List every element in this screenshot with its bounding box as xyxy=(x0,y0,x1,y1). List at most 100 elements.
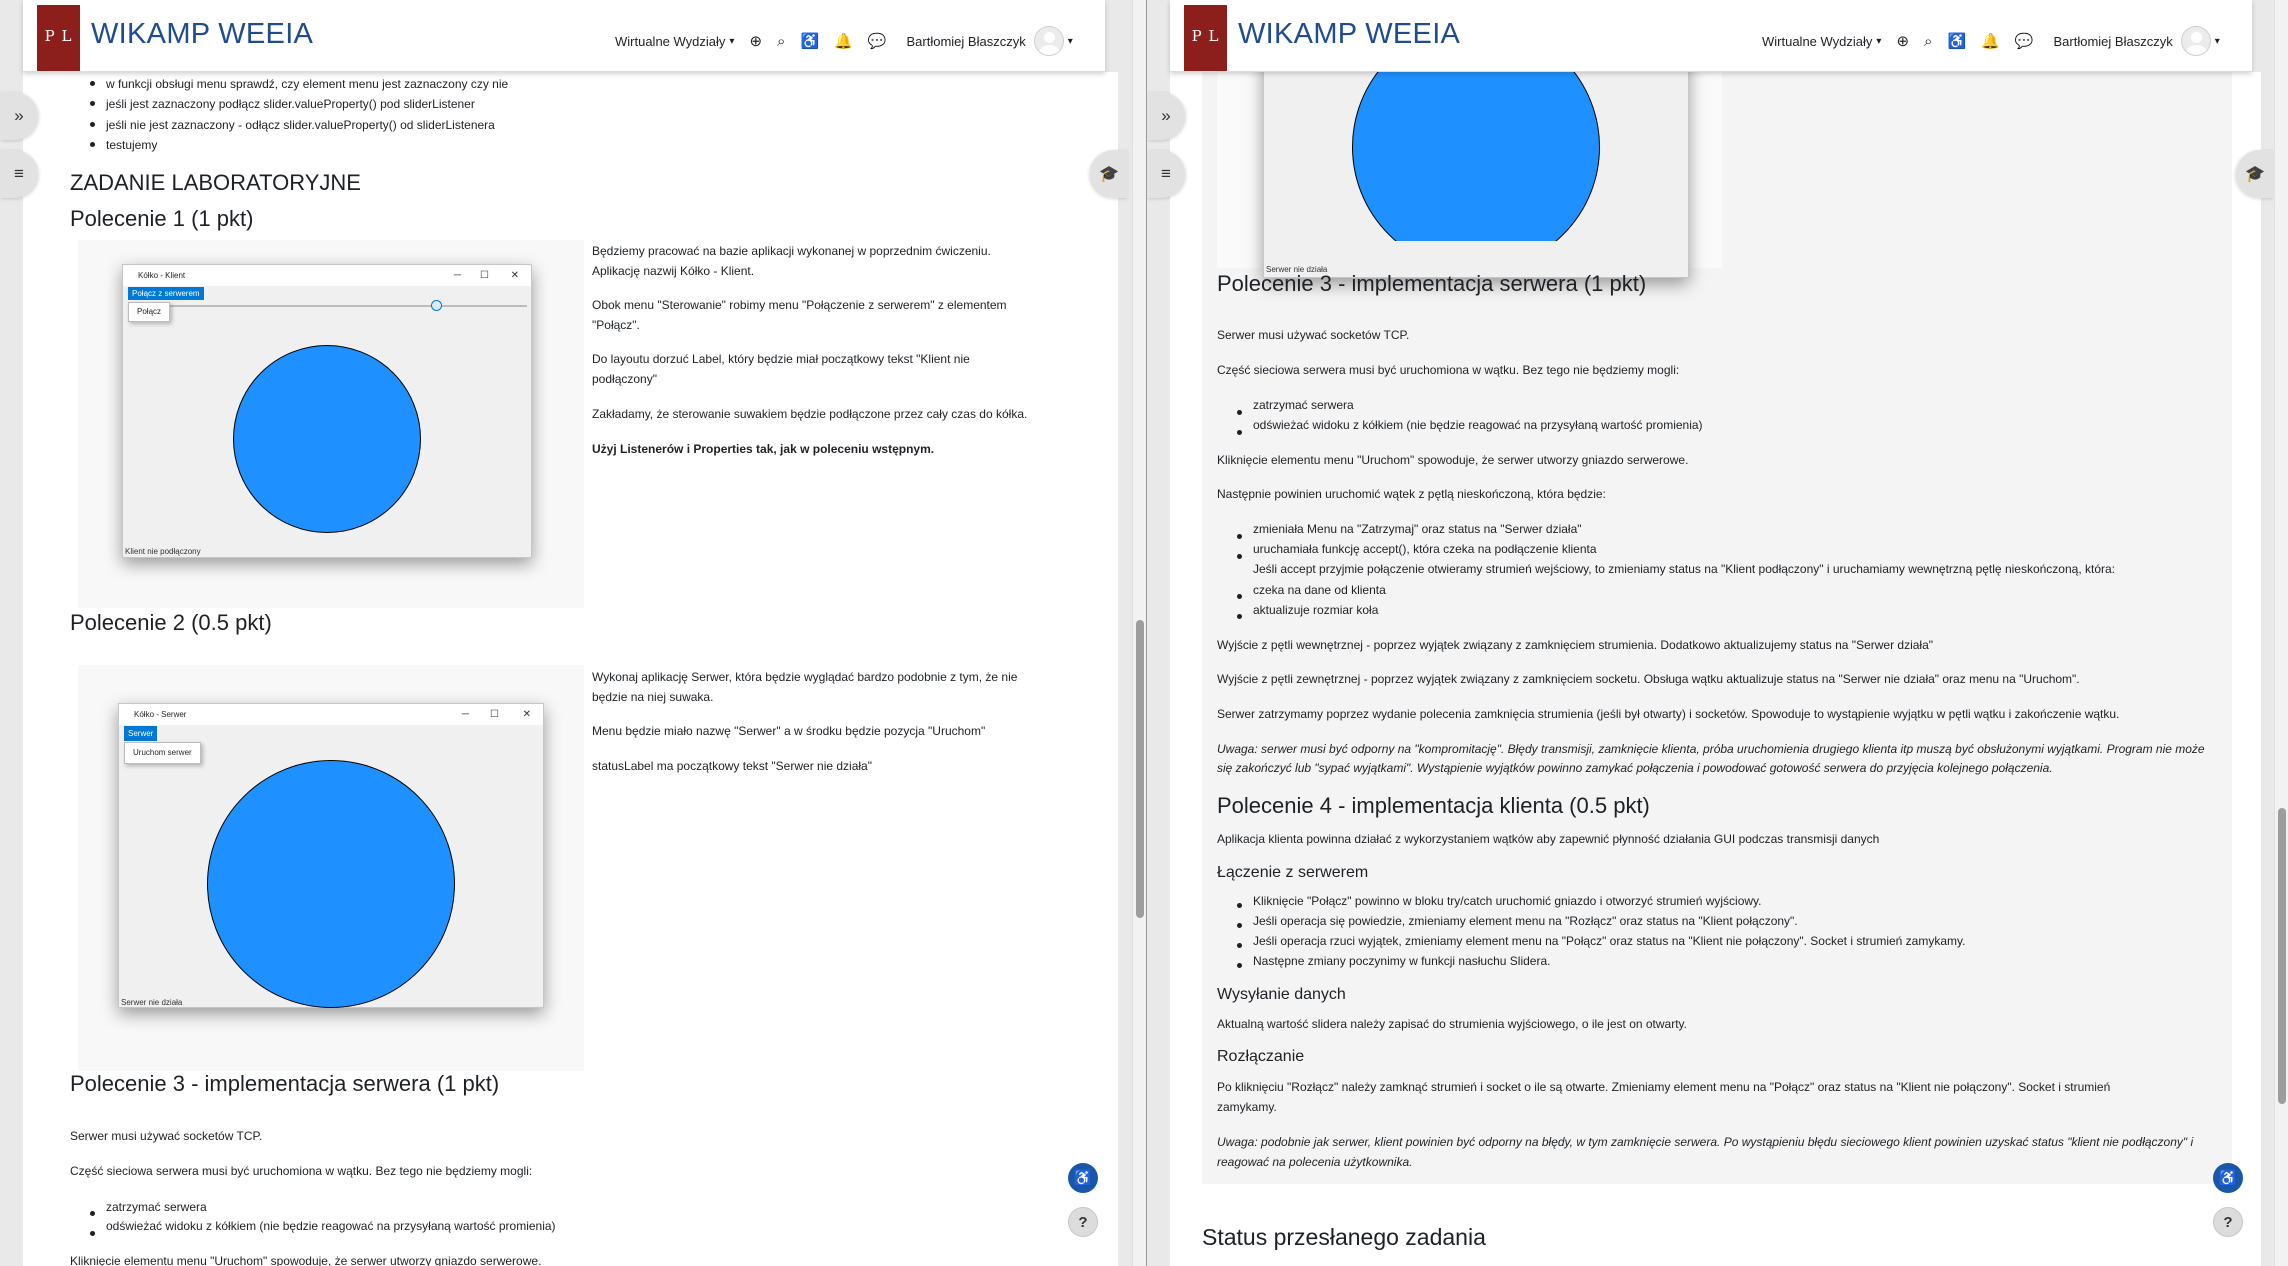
p1-text: Zakładamy, że sterowanie suwakiem będzie… xyxy=(592,407,1028,421)
list-item: jeśli jest zaznaczony podłącz slider.val… xyxy=(106,97,475,111)
p2-text: Wykonaj aplikację Serwer, która będzie w… xyxy=(592,670,1018,684)
bell-icon[interactable]: 🔔 xyxy=(834,32,853,50)
chevron-down-icon: ▾ xyxy=(729,35,735,47)
p3-note: się zakończyć lub "sypać wyjątkami". Wys… xyxy=(1217,761,2053,775)
list-item: jeśli nie jest zaznaczony - odłącz slide… xyxy=(106,118,495,132)
university-logo[interactable]: P L xyxy=(37,5,80,71)
language-icon[interactable]: ⊕ xyxy=(1896,32,1909,50)
status-label: Klient nie podłączony xyxy=(125,547,201,556)
p1-text: Do layoutu dorzuć Label, który będzie mi… xyxy=(592,352,970,366)
client-figure: Kółko - Klient ─ ☐ ✕ Połącz z serwerem P… xyxy=(78,240,584,608)
user-name[interactable]: Bartłomiej Błaszczyk xyxy=(2054,34,2173,49)
p3-text: Serwer musi używać socketów TCP. xyxy=(70,1129,263,1143)
accessibility-icon[interactable]: ♿ xyxy=(1947,32,1966,50)
list-item: czeka na dane od klienta xyxy=(1253,583,1386,597)
p3-text: Wyjście z pętli zewnętrznej - poprzez wy… xyxy=(1217,672,2080,686)
p1-text: Obok menu "Sterowanie" robimy menu "Połą… xyxy=(592,298,1007,312)
scrollbar-thumb[interactable] xyxy=(1136,620,1144,918)
p1-text: Aplikację nazwij Kółko - Klient. xyxy=(592,264,755,278)
list-item: uruchamiała funkcję accept(), która czek… xyxy=(1253,542,1597,556)
client-window: Kółko - Klient ─ ☐ ✕ Połącz z serwerem P… xyxy=(122,264,532,558)
accessibility-button[interactable]: ♿ xyxy=(1068,1163,1098,1193)
help-button[interactable]: ? xyxy=(2213,1207,2243,1237)
list-item: testujemy xyxy=(106,138,158,152)
avatar[interactable] xyxy=(2180,26,2211,56)
p3-text: Część sieciowa serwera musi być uruchomi… xyxy=(70,1164,533,1178)
scrollbar[interactable] xyxy=(1132,0,1146,1266)
p3-text: Kliknięcie elementu menu "Uruchom" spowo… xyxy=(70,1254,542,1266)
circle-shape xyxy=(233,345,421,533)
top-navbar: P L WIKAMP WEEIA Wirtualne Wydziały ▾ ⊕ … xyxy=(1170,0,2252,72)
p3-text: Następnie powinien uruchomić wątek z pęt… xyxy=(1217,487,1606,501)
p3-text: Wyjście z pętli wewnętrznej - poprzez wy… xyxy=(1217,638,1934,652)
chevron-down-icon: ▾ xyxy=(1067,35,1073,47)
list-item: zatrzymać serwera xyxy=(1253,398,1354,412)
disc-note: Uwaga: podobnie jak serwer, klient powin… xyxy=(1217,1135,2194,1149)
p1-text: "Połącz". xyxy=(592,318,640,332)
messages-icon[interactable]: 💬 xyxy=(868,32,887,50)
help-button[interactable]: ? xyxy=(1068,1207,1098,1237)
minimize-icon: ─ xyxy=(453,270,461,281)
chevron-down-icon: ▾ xyxy=(2214,35,2220,47)
list-item: odświeżać widoku z kółkiem (nie będzie r… xyxy=(106,1219,556,1233)
scrollbar[interactable] xyxy=(2274,0,2288,1266)
window-title: Kółko - Klient xyxy=(138,271,186,280)
nav-menu-virtual-faculties[interactable]: Wirtualne Wydziały xyxy=(615,34,725,49)
disc-heading: Rozłączanie xyxy=(1217,1048,1305,1065)
menu-item-connect: Połącz xyxy=(128,302,171,322)
menu-connect: Połącz z serwerem xyxy=(128,287,204,300)
list-item: Jeśli operacja się powiedzie, zmieniamy … xyxy=(1253,914,1798,928)
maximize-icon: ☐ xyxy=(480,270,489,281)
list-item: aktualizuje rozmiar koła xyxy=(1253,603,1379,617)
p2-text: Menu będzie miało nazwę "Serwer" a w śro… xyxy=(592,724,986,738)
university-logo[interactable]: P L xyxy=(1184,5,1227,71)
server-window: Kółko - Serwer ─ ☐ ✕ Serwer Uruchom serw… xyxy=(118,703,544,1008)
user-name[interactable]: Bartłomiej Błaszczyk xyxy=(907,34,1026,49)
accessibility-button[interactable]: ♿ xyxy=(2213,1163,2243,1193)
p4-text: Aplikacja klienta powinna działać z wyko… xyxy=(1217,832,1880,846)
p1-heading: Polecenie 1 (1 pkt) xyxy=(70,206,254,231)
list-item: Jeśli operacja rzuci wyjątek, zmieniamy … xyxy=(1253,934,1966,948)
left-browser-pane: w funkcji obsługi menu sprawdź, czy elem… xyxy=(0,0,1146,1266)
language-icon[interactable]: ⊕ xyxy=(749,32,762,50)
p3-text: Część sieciowa serwera musi być uruchomi… xyxy=(1217,363,1680,377)
p3-text: Serwer musi używać socketów TCP. xyxy=(1217,328,1410,342)
p1-text-bold: Użyj Listenerów i Properties tak, jak w … xyxy=(592,442,935,456)
menu-server: Serwer xyxy=(124,726,158,741)
lab-heading: ZADANIE LABORATORYJNE xyxy=(70,170,361,195)
conn-heading: Łączenie z serwerem xyxy=(1217,864,1369,881)
nav-menu-virtual-faculties[interactable]: Wirtualne Wydziały xyxy=(1762,34,1872,49)
right-browser-pane: Serwer nie działa Polecenie 3 - implemen… xyxy=(1147,0,2288,1266)
site-brand[interactable]: WIKAMP WEEIA xyxy=(1238,18,1460,51)
p1-text: Będziemy pracować na bazie aplikacji wyk… xyxy=(592,244,991,258)
list-item: zmieniała Menu na "Zatrzymaj" oraz statu… xyxy=(1253,522,1582,536)
server-figure: Kółko - Serwer ─ ☐ ✕ Serwer Uruchom serw… xyxy=(78,665,584,1071)
list-item: Kliknięcie "Połącz" powinno w bloku try/… xyxy=(1253,894,1762,908)
scrollbar-thumb[interactable] xyxy=(2278,808,2286,1104)
slider-thumb xyxy=(431,300,442,311)
accessibility-icon[interactable]: ♿ xyxy=(800,32,819,50)
window-title: Kółko - Serwer xyxy=(134,710,187,719)
p3-note: Uwaga: serwer musi być odporny na "kompr… xyxy=(1217,742,2205,756)
p3-text: Kliknięcie elementu menu "Uruchom" spowo… xyxy=(1217,453,1689,467)
menu-item-start: Uruchom serwer xyxy=(124,742,201,764)
p3-heading: Polecenie 3 - implementacja serwera (1 p… xyxy=(1217,271,1647,296)
circle-shape xyxy=(207,760,455,1008)
p1-text: podłączony" xyxy=(592,372,657,386)
search-icon[interactable]: ⌕ xyxy=(1924,33,1932,50)
p2-text: będzie na niej suwaka. xyxy=(592,690,714,704)
messages-icon[interactable]: 💬 xyxy=(2015,32,2034,50)
list-item-continuation: Jeśli accept przyjmie połączenie otwiera… xyxy=(1253,562,2116,576)
list-item: Następne zmiany poczynimy w funkcji nasł… xyxy=(1253,954,1551,968)
p2-text: statusLabel ma początkowy tekst "Serwer … xyxy=(592,759,872,773)
bell-icon[interactable]: 🔔 xyxy=(1981,32,2000,50)
avatar[interactable] xyxy=(1033,26,1064,56)
site-brand[interactable]: WIKAMP WEEIA xyxy=(91,18,313,51)
list-item: w funkcji obsługi menu sprawdź, czy elem… xyxy=(106,77,509,91)
p2-heading: Polecenie 2 (0.5 pkt) xyxy=(70,610,272,635)
submission-status-heading: Status przesłanego zadania xyxy=(1202,1224,1486,1250)
send-text: Aktualną wartość slidera należy zapisać … xyxy=(1217,1017,1687,1031)
minimize-icon: ─ xyxy=(461,709,469,720)
search-icon[interactable]: ⌕ xyxy=(777,33,785,50)
server-window: Serwer nie działa xyxy=(1263,23,1689,278)
